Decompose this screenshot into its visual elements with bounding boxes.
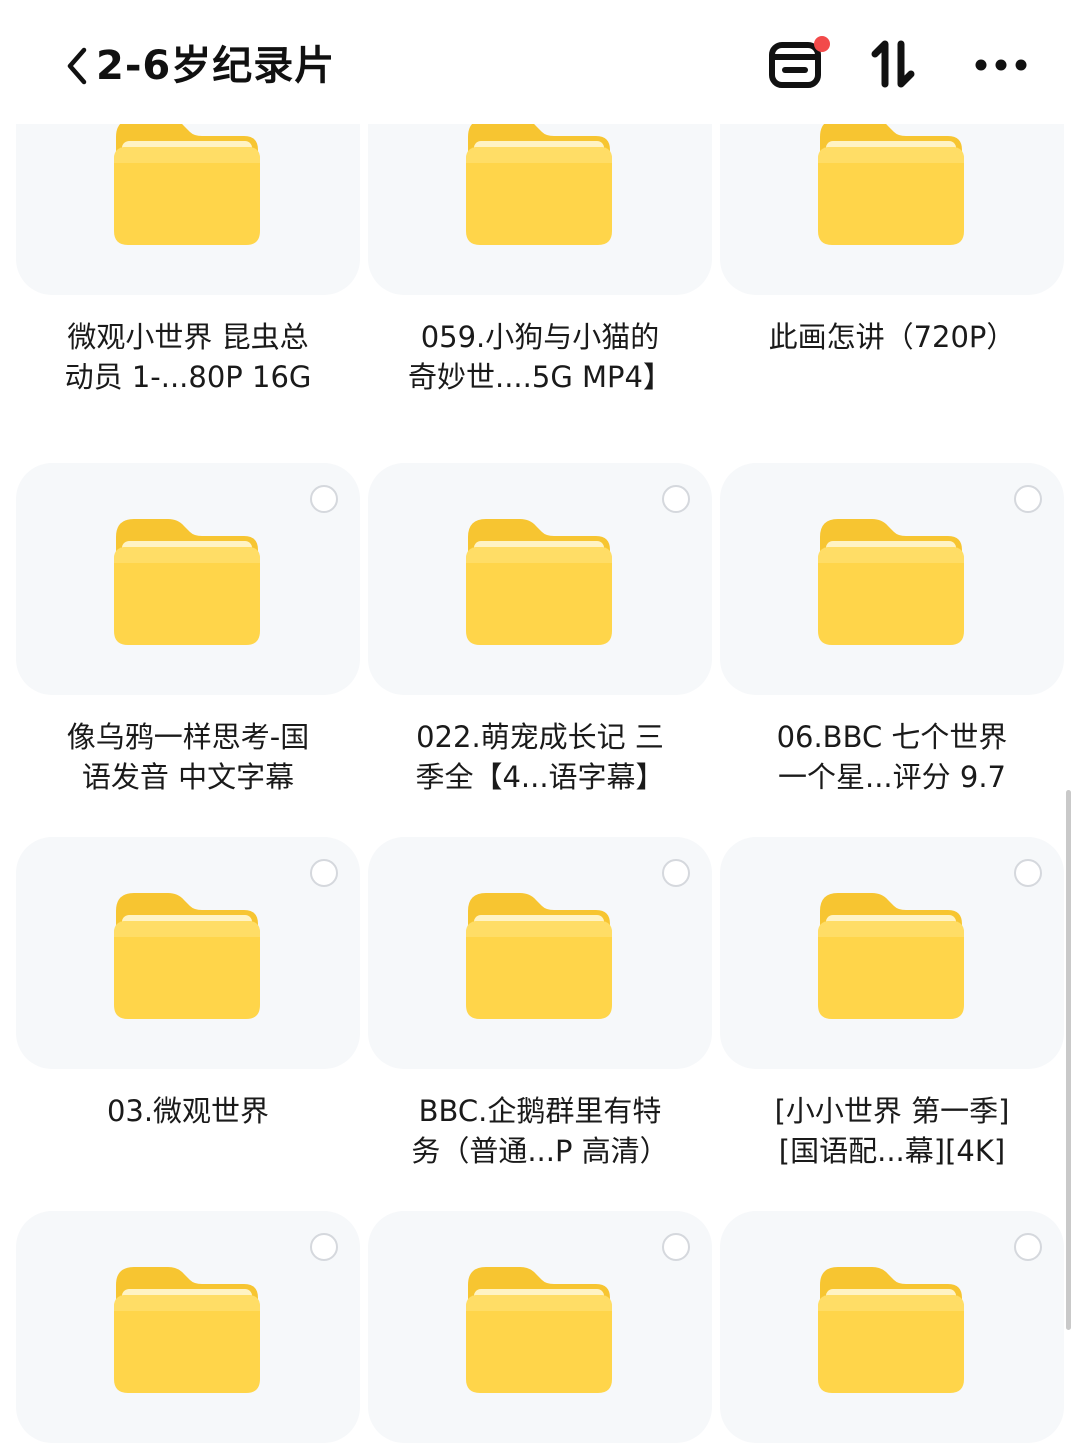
folder-tile[interactable] (16, 837, 360, 1069)
folder-tile[interactable] (720, 837, 1064, 1069)
sort-button[interactable] (866, 38, 920, 94)
select-circle-icon[interactable] (662, 1233, 690, 1261)
folder-tile[interactable] (16, 463, 360, 695)
folder-icon (112, 889, 262, 1021)
folder-tile[interactable] (368, 463, 712, 695)
more-button[interactable] (968, 38, 1034, 94)
folder-label: 像乌鸦一样思考-国 语发音 中文字幕 (66, 720, 310, 794)
folder-icon (464, 889, 614, 1021)
scrollbar[interactable] (1066, 790, 1071, 1330)
top-bar: 2-6岁纪录片 (0, 0, 1080, 124)
folder-grid: 微观小世界 昆虫总 动员 1-...80P 16G 059.小狗与小猫的 奇妙世.… (0, 0, 1080, 1443)
folder-label: 此画怎讲（720P） (768, 320, 1016, 354)
folder-tile[interactable] (368, 1211, 712, 1443)
folder-tile[interactable] (368, 837, 712, 1069)
folder-tile[interactable] (16, 1211, 360, 1443)
more-dots-icon (974, 57, 1028, 76)
folder-label: 022.萌宠成长记 三 季全【4...语字幕】 (415, 720, 665, 794)
select-circle-icon[interactable] (662, 485, 690, 513)
select-circle-icon[interactable] (310, 859, 338, 887)
select-circle-icon[interactable] (662, 859, 690, 887)
notification-dot (814, 36, 830, 52)
sort-arrows-icon (870, 38, 916, 94)
folder-icon (112, 515, 262, 647)
folder-icon (464, 515, 614, 647)
select-circle-icon[interactable] (310, 485, 338, 513)
folder-tile[interactable] (720, 463, 1064, 695)
folder-label: 059.小狗与小猫的 奇妙世....5G MP4】 (408, 320, 672, 394)
folder-label: BBC.企鹅群里有特 务（普通...P 高清） (411, 1094, 669, 1168)
folder-icon (816, 889, 966, 1021)
folder-label: [小小世界 第一季] [国语配...幕][4K] (774, 1094, 1010, 1168)
select-circle-icon[interactable] (1014, 859, 1042, 887)
select-circle-icon[interactable] (1014, 485, 1042, 513)
select-circle-icon[interactable] (310, 1233, 338, 1261)
folder-icon (816, 515, 966, 647)
chevron-left-icon (62, 44, 92, 88)
select-circle-icon[interactable] (1014, 1233, 1042, 1261)
folder-icon (816, 1263, 966, 1395)
folder-label: 微观小世界 昆虫总 动员 1-...80P 16G (64, 320, 312, 394)
page-title: 2-6岁纪录片 (96, 43, 336, 89)
back-button[interactable]: 2-6岁纪录片 (62, 38, 335, 94)
folder-icon (464, 115, 614, 247)
folder-label: 03.微观世界 (106, 1094, 270, 1128)
folder-icon (816, 115, 966, 247)
folder-icon (112, 115, 262, 247)
folder-label: 06.BBC 七个世界 一个星...评分 9.7 (776, 720, 1008, 794)
folder-icon (464, 1263, 614, 1395)
folder-tile[interactable] (720, 1211, 1064, 1443)
folder-icon (112, 1263, 262, 1395)
